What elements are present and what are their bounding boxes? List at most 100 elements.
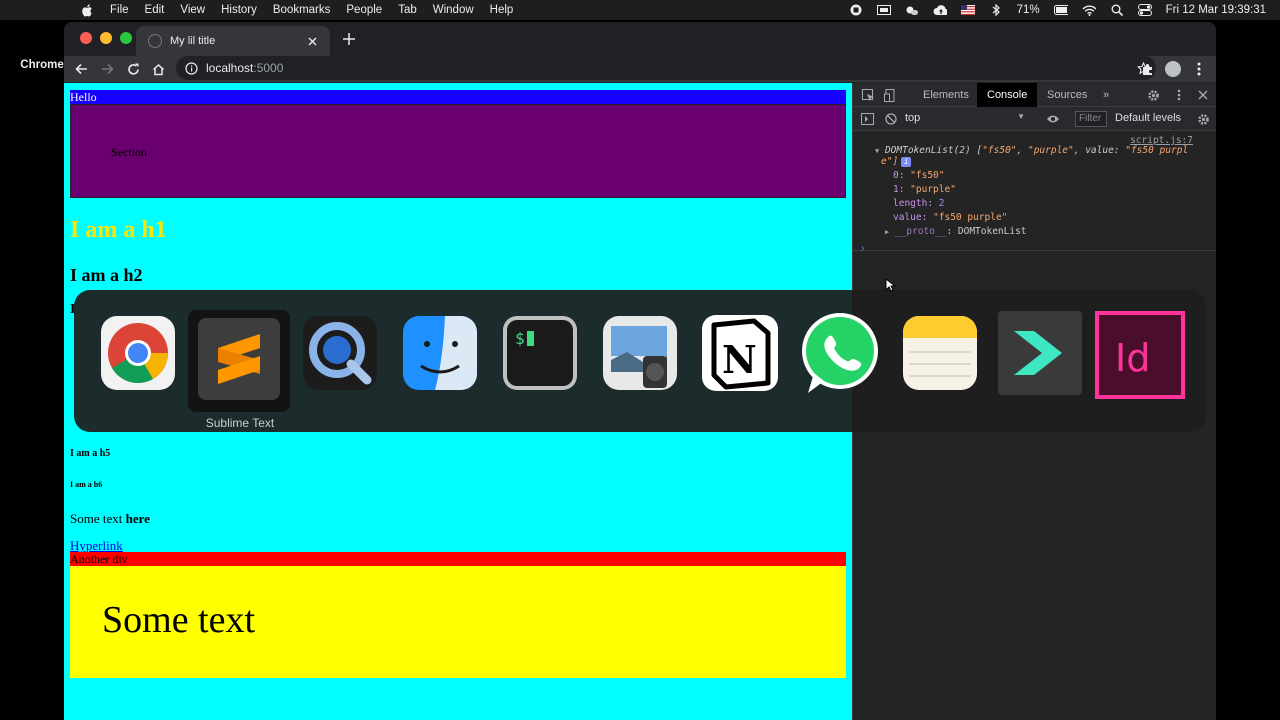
live-expression-eye-icon[interactable]	[1045, 111, 1061, 127]
tab-title: My lil title	[170, 35, 216, 47]
menu-window[interactable]: Window	[433, 4, 474, 16]
apple-menu-icon[interactable]	[80, 3, 94, 17]
log-row-1: 1: "purple"	[893, 184, 956, 195]
log-s2: "purple"	[1027, 145, 1074, 156]
spotlight-search-icon[interactable]	[1110, 4, 1124, 16]
bluetooth-icon[interactable]	[989, 4, 1003, 16]
menu-people[interactable]: People	[346, 4, 382, 16]
record-icon[interactable]	[849, 4, 863, 16]
settings-gear-icon[interactable]	[1145, 87, 1161, 103]
heading-h1: I am a h1	[70, 217, 167, 243]
cloud-upload-icon[interactable]	[933, 4, 947, 16]
hello-div: Hello	[70, 90, 846, 104]
wifi-icon[interactable]	[1082, 4, 1096, 16]
devtools-menu-icon[interactable]	[1171, 87, 1187, 103]
url-host: localhost	[206, 61, 254, 75]
battery-icon[interactable]	[1053, 4, 1068, 16]
globe-favicon-icon	[148, 34, 162, 48]
browser-toolbar: localhost:5000	[64, 56, 1216, 82]
menu-edit[interactable]: Edit	[145, 4, 165, 16]
close-window-button[interactable]	[80, 32, 92, 44]
switcher-app-notion[interactable]: N	[698, 312, 782, 398]
device-toolbar-icon[interactable]	[882, 87, 898, 103]
switcher-app-preview[interactable]	[598, 312, 682, 398]
console-toolbar: top ▼ Filter Default levels	[853, 107, 1216, 131]
log-levels-select[interactable]: Default levels	[1115, 112, 1181, 124]
devtools-tab-bar: Elements Console Sources »	[853, 83, 1216, 107]
tab-active[interactable]: My lil title	[136, 26, 330, 56]
weather-icon[interactable]	[905, 4, 919, 16]
menu-file[interactable]: File	[110, 4, 129, 16]
switcher-app-chrome[interactable]	[96, 312, 180, 398]
tab-elements[interactable]: Elements	[913, 83, 979, 107]
clear-console-icon[interactable]	[883, 111, 899, 127]
switcher-app-terminal[interactable]: $	[498, 312, 582, 398]
log-type: DOMTokenList(2) [	[884, 145, 983, 156]
chrome-icon	[99, 314, 177, 397]
val-length: 2	[938, 198, 945, 209]
console-output: script.js:7 ▼ DOMTokenList(2) ["fs50", "…	[853, 131, 1216, 251]
control-center-icon[interactable]	[1137, 4, 1152, 16]
svg-text:$: $	[515, 329, 525, 348]
more-tabs-chevron[interactable]: »	[1093, 83, 1119, 107]
switcher-app-finder[interactable]	[398, 312, 482, 398]
log-value-str: "fs50 purpl	[1125, 145, 1189, 156]
switcher-app-sublime[interactable]	[188, 310, 290, 412]
fullscreen-window-button[interactable]	[120, 32, 132, 44]
context-select[interactable]: top ▼	[905, 112, 1025, 124]
key-0: 0:	[893, 170, 911, 181]
log-row-proto[interactable]: ▶ __proto__: DOMTokenList	[885, 226, 1027, 237]
console-settings-gear-icon[interactable]	[1195, 111, 1211, 127]
close-tab-icon[interactable]	[304, 33, 320, 49]
heading-h2: I am a h2	[70, 265, 143, 285]
log-summary-line[interactable]: ▼ DOMTokenList(2) ["fs50", "purple", val…	[875, 145, 1188, 156]
reload-icon[interactable]	[124, 60, 142, 78]
paragraph-text: Some text	[70, 511, 126, 526]
clock[interactable]: Fri 12 Mar 19:39:31	[1166, 4, 1266, 16]
proto-val: : DOMTokenList	[946, 226, 1027, 237]
chrome-menu-icon[interactable]	[1190, 60, 1208, 78]
filter-input[interactable]: Filter	[1075, 111, 1107, 127]
show-sidebar-icon[interactable]	[859, 111, 875, 127]
svg-text:N: N	[722, 337, 757, 382]
forward-arrow-icon[interactable]	[98, 60, 116, 78]
key-length: length:	[893, 198, 939, 209]
menu-bookmarks[interactable]: Bookmarks	[273, 4, 331, 16]
info-badge-icon[interactable]: i	[901, 157, 912, 167]
val-0: "fs50"	[910, 170, 945, 181]
yellow-box: Some text	[70, 566, 846, 678]
paragraph: Some text here	[70, 511, 150, 527]
menu-history[interactable]: History	[221, 4, 257, 16]
tab-sources[interactable]: Sources	[1037, 83, 1097, 107]
inspect-element-icon[interactable]	[860, 87, 876, 103]
screen-mirroring-icon[interactable]	[876, 4, 891, 16]
switcher-app-whatsapp[interactable]	[798, 312, 882, 398]
tab-console[interactable]: Console	[977, 83, 1038, 107]
notes-icon	[901, 314, 979, 397]
new-tab-icon[interactable]	[340, 30, 358, 48]
console-prompt-chevron-icon[interactable]: ›	[861, 243, 864, 254]
extensions-puzzle-icon[interactable]	[1138, 60, 1156, 78]
close-devtools-icon[interactable]	[1195, 87, 1211, 103]
context-value: top	[905, 112, 921, 124]
switcher-app-sourcetree[interactable]	[998, 310, 1082, 398]
address-bar[interactable]: localhost:5000	[176, 56, 1156, 80]
menu-tab[interactable]: Tab	[398, 4, 417, 16]
switcher-app-indesign[interactable]: Id	[1094, 310, 1186, 404]
us-flag-icon[interactable]	[960, 4, 975, 16]
back-arrow-icon[interactable]	[72, 60, 90, 78]
log-wrap-text: e"]	[881, 156, 899, 167]
quicktime-icon	[301, 314, 379, 397]
expand-triangle-right-icon: ▶	[885, 228, 890, 236]
log-row-length: length: 2	[893, 198, 945, 209]
switcher-app-notes[interactable]	[898, 312, 982, 398]
profile-avatar[interactable]	[1164, 60, 1182, 78]
menu-view[interactable]: View	[180, 4, 205, 16]
minimize-window-button[interactable]	[100, 32, 112, 44]
site-info-icon[interactable]	[184, 61, 198, 75]
indesign-icon: Id	[1095, 310, 1185, 404]
switcher-app-quicktime[interactable]	[298, 312, 382, 398]
menu-help[interactable]: Help	[490, 4, 514, 16]
key-1: 1:	[893, 184, 911, 195]
home-icon[interactable]	[149, 60, 167, 78]
